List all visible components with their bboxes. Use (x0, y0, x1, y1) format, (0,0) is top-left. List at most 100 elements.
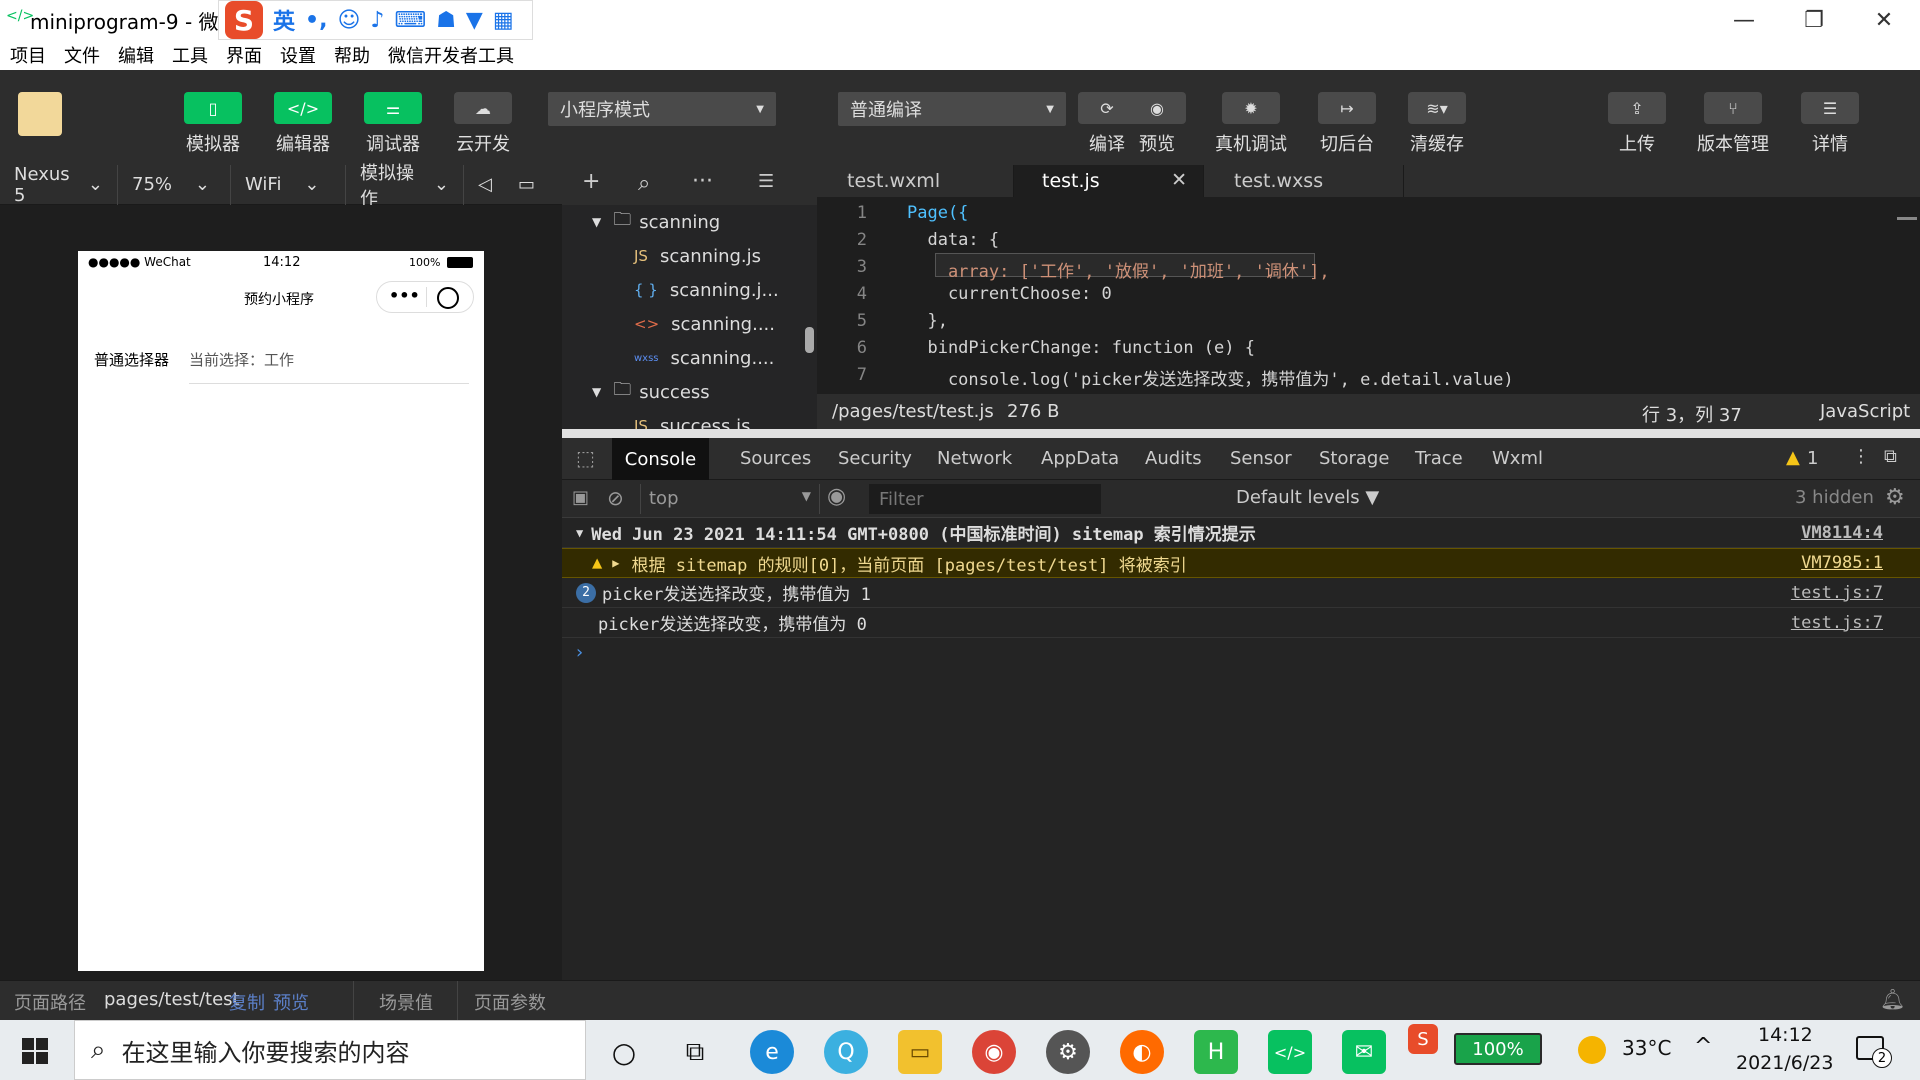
minimize-button[interactable]: — (1709, 0, 1779, 40)
hbuilder-icon[interactable]: H (1194, 1030, 1238, 1074)
tree-file[interactable]: JS scanning.js (562, 239, 761, 273)
clock-time[interactable]: 14:12 (1758, 1024, 1813, 1046)
tab-sensor[interactable]: Sensor (1230, 448, 1292, 469)
split-divider[interactable] (562, 429, 1920, 438)
collapse-icon[interactable]: ☰ (758, 171, 774, 192)
menu-tools[interactable]: 工具 (172, 42, 208, 68)
log-source[interactable]: test.js:7 (1791, 583, 1883, 603)
warning-count[interactable]: 1 (1807, 448, 1818, 469)
window-icon[interactable]: ▭ (504, 165, 544, 205)
console-group[interactable]: ▼ Wed Jun 23 2021 14:11:54 GMT+0800 (中国标… (562, 518, 1920, 548)
menu-devtools[interactable]: 微信开发者工具 (388, 42, 514, 68)
tree-file[interactable]: <> scanning.... (562, 307, 775, 341)
sogou-tray-icon[interactable]: S (1408, 1024, 1438, 1054)
picker-value[interactable]: 当前选择：工作 (189, 349, 294, 370)
tree-scrollbar[interactable] (805, 327, 814, 353)
tab-sources[interactable]: Sources (740, 448, 811, 469)
notification-icon[interactable]: 2 (1856, 1036, 1892, 1068)
add-icon[interactable]: + (582, 169, 600, 194)
wechat-devtools-icon[interactable]: </> (1268, 1030, 1312, 1074)
log-source[interactable]: test.js:7 (1791, 613, 1883, 633)
remote-debug-button[interactable]: ✹ 真机调试 (1208, 92, 1294, 156)
menu-help[interactable]: 帮助 (334, 42, 370, 68)
kebab-icon[interactable]: ⋮ (1852, 446, 1870, 467)
clear-cache-button[interactable]: ≋▾ 清缓存 (1407, 92, 1467, 156)
tab-security[interactable]: Security (838, 448, 912, 469)
scene-button[interactable]: 场景值 (379, 989, 433, 1015)
mic-icon[interactable]: ♪ (370, 8, 384, 33)
zoom-select[interactable]: 75% ⌄ (118, 164, 231, 205)
sim-ops-select[interactable]: 模拟操作 ⌄ (346, 163, 464, 210)
app-icon[interactable]: ⚙ (1046, 1030, 1090, 1074)
user-icon[interactable]: ☗ (436, 8, 456, 33)
log-source[interactable]: VM7985:1 (1801, 553, 1883, 573)
wechat-icon[interactable]: ✉ (1342, 1030, 1386, 1074)
simulator-toggle[interactable]: ▯ 模拟器 (183, 92, 243, 156)
tree-file[interactable]: { } scanning.j... (562, 273, 779, 307)
emoji-icon[interactable]: ☺ (337, 8, 360, 33)
more-icon[interactable]: ··· (692, 169, 713, 194)
cortana-icon[interactable]: ○ (602, 1030, 646, 1074)
tab-wxml[interactable]: Wxml (1492, 448, 1543, 469)
clock-date[interactable]: 2021/6/23 (1736, 1052, 1833, 1074)
close-target-icon[interactable] (437, 287, 459, 309)
ime-punct[interactable]: •, (305, 8, 327, 33)
qq-browser-icon[interactable]: Q (824, 1030, 868, 1074)
tab-network[interactable]: Network (937, 448, 1012, 469)
details-button[interactable]: ☰ 详情 (1800, 92, 1860, 156)
sidebar-toggle-icon[interactable]: ▣ (572, 487, 589, 508)
log-source[interactable]: VM8114:4 (1801, 523, 1883, 543)
code-editor[interactable]: 1 Page({ 2 data: { 3 array: ['工作', '放假',… (817, 197, 1920, 394)
tab-test-wxml[interactable]: test.wxml (817, 165, 1014, 197)
more-icon[interactable]: ••• (389, 286, 420, 305)
maximize-button[interactable]: ❐ (1779, 0, 1849, 40)
sogou-icon[interactable]: S (225, 1, 263, 39)
preview-button[interactable]: ◉ 预览 (1127, 92, 1187, 156)
edge-icon[interactable]: e (750, 1030, 794, 1074)
tree-folder[interactable]: ▼ 🗀 scanning (562, 205, 720, 239)
tab-audits[interactable]: Audits (1145, 448, 1202, 469)
cursor-position[interactable]: 行 3，列 37 (1642, 401, 1742, 427)
tab-appdata[interactable]: AppData (1041, 448, 1119, 469)
undock-icon[interactable]: ⧉ (1884, 446, 1897, 467)
levels-select[interactable]: Default levels ▼ (1236, 487, 1379, 508)
grid-icon[interactable]: ▦ (493, 8, 514, 33)
tree-file[interactable]: JS success.js (562, 409, 750, 431)
search-icon[interactable]: ⌕ (638, 171, 650, 196)
mode-select[interactable]: 小程序模式 ▼ (548, 92, 776, 126)
close-icon[interactable]: ✕ (1171, 169, 1187, 191)
tab-test-wxss[interactable]: test.wxss (1204, 165, 1404, 197)
chrome-icon[interactable]: ◉ (972, 1030, 1016, 1074)
upload-button[interactable]: ⇪ 上传 (1607, 92, 1667, 156)
taskbar-search[interactable]: ⌕ 在这里输入你要搜索的内容 (74, 1020, 586, 1080)
task-view-icon[interactable]: ⧉ (673, 1030, 717, 1074)
keyboard-icon[interactable]: ⌨ (394, 8, 426, 33)
eye-icon[interactable]: ◉ (827, 484, 846, 509)
clear-console-icon[interactable]: ⊘ (607, 486, 624, 510)
filter-input[interactable]: Filter (869, 484, 1101, 514)
menu-project[interactable]: 项目 (10, 42, 46, 68)
avatar[interactable] (18, 92, 62, 136)
menu-file[interactable]: 文件 (64, 42, 100, 68)
console-warning[interactable]: ▲ ▶ 根据 sitemap 的规则[0]，当前页面 [pages/test/t… (562, 548, 1920, 578)
windows-start-icon[interactable] (22, 1038, 48, 1064)
editor-toggle[interactable]: </> 编辑器 (273, 92, 333, 156)
tab-trace[interactable]: Trace (1415, 448, 1463, 469)
cloud-dev-button[interactable]: ☁ 云开发 (453, 92, 513, 156)
ime-lang[interactable]: 英 (273, 4, 295, 36)
shirt-icon[interactable]: ▼ (466, 8, 483, 33)
background-button[interactable]: ↦ 切后台 (1317, 92, 1377, 156)
compile-mode-select[interactable]: 普通编译 ▼ (838, 92, 1066, 126)
chevron-up-icon[interactable]: ^ (1694, 1034, 1712, 1059)
tree-folder[interactable]: ▼ 🗀 success (562, 375, 710, 409)
copy-link[interactable]: 复制 (229, 989, 265, 1015)
close-button[interactable]: ✕ (1849, 0, 1919, 40)
file-explorer-icon[interactable]: ▭ (898, 1030, 942, 1074)
menu-edit[interactable]: 编辑 (118, 42, 154, 68)
params-button[interactable]: 页面参数 (474, 989, 546, 1015)
volume-icon[interactable]: ◁ (464, 165, 504, 205)
menu-view[interactable]: 界面 (226, 42, 262, 68)
language-mode[interactable]: JavaScript (1820, 401, 1910, 422)
version-button[interactable]: ⑂ 版本管理 (1690, 92, 1776, 156)
tab-storage[interactable]: Storage (1319, 448, 1389, 469)
